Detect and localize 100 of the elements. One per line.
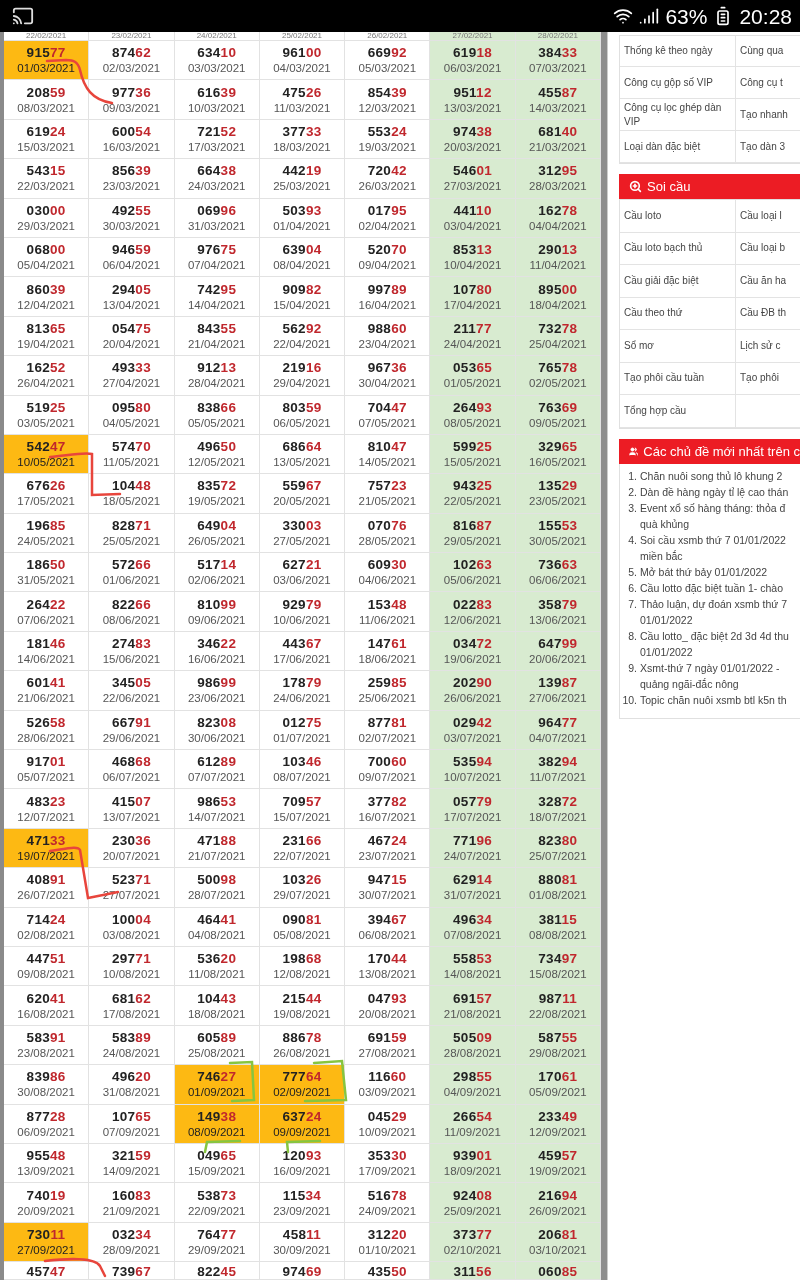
- list-number: 5.: [627, 564, 638, 580]
- link-item[interactable]: Tổng hợp cầu: [620, 395, 736, 427]
- topic-link[interactable]: Soi cầu xsmb thứ 7 01/01/2022 miền bắc: [640, 531, 786, 564]
- result-number: 96736: [367, 360, 407, 376]
- result-date: 31/03/2021: [187, 219, 246, 233]
- result-number: 96100: [282, 45, 322, 61]
- topic-link[interactable]: Mở bát thứ bảy 01/01/2022: [640, 563, 768, 580]
- result-number: 46724: [367, 833, 407, 848]
- result-date: 08/05/2021: [443, 416, 502, 430]
- result-number: 59925: [453, 439, 493, 455]
- result-number: 92979: [282, 596, 322, 612]
- result-number: 29013: [538, 242, 578, 258]
- result-date: 21/08/2021: [443, 1007, 502, 1021]
- result-date: 07/08/2021: [443, 928, 502, 942]
- result-number: 68162: [111, 990, 151, 1006]
- result-number: 93901: [453, 1148, 493, 1164]
- link-item[interactable]: Sổ mơ: [620, 330, 736, 362]
- result-date: 12/08/2021: [273, 968, 331, 982]
- tool-link[interactable]: Thống kê theo ngày: [620, 36, 736, 66]
- result-date: 24/05/2021: [17, 534, 75, 548]
- topic-link[interactable]: Topic chăn nuôi xsmb btl k5n th: [640, 691, 787, 708]
- topic-link[interactable]: Cầu lotto_ đặc biệt 2d 3d 4d thu 01/01/2022: [640, 627, 789, 660]
- result-number: 95112: [453, 84, 492, 100]
- result-number: 87728: [26, 1108, 66, 1124]
- result-date: 02/05/2021: [529, 377, 587, 391]
- result-number: 94715: [367, 872, 407, 888]
- tool-link[interactable]: Cùng qua: [736, 36, 800, 66]
- topic-link[interactable]: Cầu lotto đặc biệt tuần 1- chào: [640, 579, 783, 596]
- result-number: 45747: [26, 1264, 66, 1280]
- link-item[interactable]: Cầu loto bạch thủ: [620, 232, 736, 264]
- result-date: 29/03/2021: [17, 219, 75, 233]
- result-date: 16/04/2021: [358, 298, 417, 312]
- topic-link[interactable]: Xsmt-thứ 7 ngày 01/01/2022 - quảng ngãi-đắc nông: [640, 659, 780, 692]
- result-number: 37733: [282, 123, 322, 139]
- tool-link[interactable]: Tạo dàn 3: [736, 131, 800, 162]
- result-date: 10/08/2021: [102, 968, 161, 982]
- result-number: 15348: [367, 596, 407, 612]
- link-item[interactable]: Cầu ĐB th: [736, 297, 800, 329]
- result-number: 33003: [282, 517, 322, 533]
- result-date: 23/07/2021: [358, 850, 417, 863]
- result-number: 10443: [197, 990, 237, 1006]
- topic-link[interactable]: Dàn đề hàng ngày tỉ lệ cao thán: [640, 483, 789, 500]
- result-number: 23349: [538, 1108, 578, 1124]
- link-item[interactable]: Cầu loại l: [736, 200, 800, 232]
- tool-link[interactable]: Tạo nhanh: [736, 99, 800, 130]
- result-date: 12/03/2021: [358, 101, 417, 115]
- result-number: 82245: [197, 1264, 237, 1280]
- result-number: 26493: [453, 399, 493, 415]
- link-item[interactable]: Cầu theo thứ: [620, 297, 736, 329]
- result-number: 73278: [538, 320, 578, 336]
- result-date: 10/03/2021: [187, 101, 246, 115]
- result-number: 47526: [282, 84, 322, 100]
- result-number: 53873: [197, 1187, 237, 1203]
- tool-link[interactable]: Công cụ gộp số VIP: [620, 67, 736, 98]
- result-date: 20/06/2021: [529, 653, 587, 667]
- link-item[interactable]: Cầu loto: [620, 200, 736, 232]
- result-number: 86039: [26, 281, 66, 297]
- tool-link[interactable]: Công cụ lọc ghép dàn VIP: [620, 99, 736, 130]
- result-number: 44751: [26, 951, 66, 967]
- result-date: 30/09/2021: [273, 1243, 331, 1257]
- tool-link[interactable]: Loại dàn đặc biệt: [620, 131, 736, 162]
- result-date: 08/03/2021: [17, 101, 75, 115]
- link-item[interactable]: Tạo phôi: [736, 362, 800, 394]
- result-number: 52371: [111, 872, 151, 888]
- result-date: 04/08/2021: [187, 928, 246, 942]
- battery-percent: 63%: [665, 5, 708, 27]
- result-number: 84355: [197, 320, 237, 336]
- result-number: 97469: [282, 1264, 322, 1280]
- result-number: 91577: [26, 45, 66, 61]
- result-number: 01275: [282, 714, 322, 730]
- result-number: 38294: [538, 754, 578, 770]
- result-date: 15/05/2021: [443, 456, 502, 470]
- link-item[interactable]: Cầu giải đặc biệt: [620, 265, 736, 297]
- result-number: 72042: [367, 163, 407, 179]
- result-date: 14/03/2021: [529, 101, 587, 115]
- result-date: 31/07/2021: [443, 889, 502, 903]
- result-number: 61289: [197, 754, 237, 770]
- link-item[interactable]: Cầu ăn ha: [736, 265, 800, 297]
- result-number: 76578: [538, 360, 578, 376]
- result-number: 73497: [538, 951, 578, 967]
- tool-link[interactable]: Công cụ t: [736, 67, 800, 98]
- result-date: 05/07/2021: [17, 771, 75, 785]
- result-date: 16/05/2021: [529, 456, 587, 470]
- topic-link[interactable]: Thảo luận, dự đoán xsmb thứ 7 01/01/2022: [640, 595, 788, 628]
- link-item[interactable]: Lịch sử c: [736, 330, 800, 362]
- result-number: 62041: [26, 990, 66, 1006]
- topic-link[interactable]: Chăn nuôi song thủ lô khung 2: [640, 467, 783, 484]
- topic-link[interactable]: Event xổ số hàng tháng: thỏa đ quà khủng: [640, 499, 786, 532]
- result-date: 19/04/2021: [17, 337, 75, 351]
- result-date: 06/09/2021: [17, 1125, 75, 1139]
- result-date: 07/09/2021: [102, 1125, 161, 1139]
- result-number: 58755: [538, 1029, 578, 1045]
- result-date: 25/03/2021: [273, 180, 331, 194]
- result-date: 23/03/2021: [102, 180, 161, 194]
- result-date: 15/04/2021: [273, 298, 331, 312]
- result-date: 29/08/2021: [529, 1046, 587, 1060]
- result-date: 29/09/2021: [187, 1243, 246, 1257]
- link-item[interactable]: Cầu loại b: [736, 232, 800, 264]
- result-number: 27483: [111, 636, 151, 652]
- link-item[interactable]: Tạo phôi cầu tuần: [620, 362, 736, 394]
